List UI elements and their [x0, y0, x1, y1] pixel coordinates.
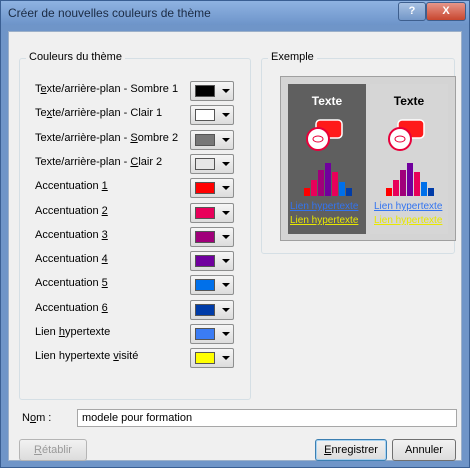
dropdown-arrow-icon	[222, 89, 230, 93]
color-row-label: Accentuation 6	[35, 301, 108, 314]
color-picker-button[interactable]	[190, 81, 234, 101]
color-picker-button[interactable]	[190, 324, 234, 344]
preview-bar-7	[428, 188, 434, 196]
color-picker-button[interactable]	[190, 226, 234, 247]
preview-bar-6	[339, 182, 345, 196]
preview-graphic-dark	[304, 119, 352, 196]
preview-visited-link-light: Lien hypertexte	[374, 215, 443, 226]
dropdown-arrow-icon	[222, 234, 230, 239]
preview-bar-6	[421, 182, 427, 196]
color-swatch	[195, 182, 215, 195]
dropdown-arrow-icon	[222, 259, 230, 264]
preview-bar-3	[318, 170, 324, 196]
color-picker-button[interactable]	[190, 202, 234, 223]
name-label: Nom :	[22, 412, 52, 424]
window-title: Créer de nouvelles couleurs de thème	[8, 6, 211, 20]
preview-shape-circle	[388, 127, 412, 151]
preview-bar-5	[414, 172, 420, 196]
preview-bar-1	[386, 188, 392, 196]
title-bar[interactable]: Créer de nouvelles couleurs de thème ? X	[1, 1, 469, 25]
color-row-label: Texte/arrière-plan - Sombre 2	[35, 131, 179, 144]
color-swatch	[195, 109, 215, 122]
preview-bar-1	[304, 188, 310, 196]
color-swatch	[195, 328, 215, 340]
theme-preview: Texte Lien hypertexte Lien hypertexte Te…	[280, 76, 456, 241]
theme-colors-group: Couleurs du thème Texte/arrière-plan - S…	[19, 51, 251, 400]
preview-bar-5	[332, 172, 338, 196]
color-row-label: Accentuation 1	[35, 180, 108, 193]
dropdown-arrow-icon	[222, 113, 230, 118]
color-row-label: Texte/arrière-plan - Sombre 1	[35, 83, 179, 95]
example-group: Exemple Texte Lien hypertexte Lien hyper…	[261, 51, 456, 254]
reset-button[interactable]: Rétablir	[19, 439, 87, 461]
preview-bar-2	[311, 180, 317, 196]
color-row-label: Accentuation 4	[35, 253, 108, 266]
preview-graphic-light	[386, 119, 434, 196]
name-row-anchor	[9, 32, 10, 33]
color-picker-button[interactable]	[190, 178, 234, 199]
color-row-label: Lien hypertexte visité	[35, 350, 139, 363]
color-row-label: Accentuation 2	[35, 204, 108, 217]
dialog-client-area: Couleurs du thème Texte/arrière-plan - S…	[8, 31, 462, 461]
dropdown-arrow-icon	[222, 186, 230, 191]
color-swatch	[195, 303, 215, 316]
color-swatch	[195, 255, 215, 268]
preview-visited-link-dark: Lien hypertexte	[290, 215, 359, 226]
color-swatch	[195, 230, 215, 243]
color-picker-button[interactable]	[190, 275, 234, 296]
close-button[interactable]: X	[426, 2, 466, 21]
preview-link-light: Lien hypertexte	[374, 201, 443, 212]
dropdown-arrow-icon	[222, 307, 230, 312]
color-swatch	[195, 352, 215, 365]
preview-shape-circle	[306, 127, 330, 151]
preview-bar-4	[407, 163, 413, 196]
preview-bar-7	[346, 188, 352, 196]
preview-bar-4	[325, 163, 331, 196]
color-picker-button[interactable]	[190, 129, 234, 150]
preview-bar-2	[393, 180, 399, 196]
color-swatch	[195, 157, 215, 170]
dialog-window: Créer de nouvelles couleurs de thème ? X…	[0, 0, 470, 468]
color-picker-button[interactable]	[190, 348, 234, 369]
color-swatch	[195, 206, 215, 219]
dropdown-arrow-icon	[222, 210, 230, 215]
preview-text-dark: Texte	[311, 94, 343, 108]
color-row-label: Accentuation 3	[35, 228, 108, 241]
dropdown-arrow-icon	[222, 332, 230, 336]
color-swatch	[195, 133, 215, 146]
color-swatch	[195, 279, 215, 292]
color-row-label: Texte/arrière-plan - Clair 2	[35, 155, 163, 168]
color-swatch	[195, 85, 215, 97]
dropdown-arrow-icon	[222, 161, 230, 166]
dropdown-arrow-icon	[222, 356, 230, 361]
color-picker-button[interactable]	[190, 299, 234, 320]
theme-colors-group-title: Couleurs du thème	[26, 51, 125, 63]
dropdown-arrow-icon	[222, 137, 230, 142]
name-row: Nom :	[22, 409, 457, 427]
preview-bar-3	[400, 170, 406, 196]
save-button[interactable]: Enregistrer	[315, 439, 387, 461]
color-picker-button[interactable]	[190, 251, 234, 272]
dropdown-arrow-icon	[222, 283, 230, 288]
color-row-label: Accentuation 5	[35, 277, 108, 290]
color-row-label: Lien hypertexte	[35, 326, 111, 338]
preview-link-dark: Lien hypertexte	[290, 201, 359, 212]
cancel-button[interactable]: Annuler	[392, 439, 456, 461]
preview-text-light: Texte	[393, 94, 425, 108]
example-group-title: Exemple	[268, 51, 317, 63]
help-button[interactable]: ?	[398, 2, 426, 21]
name-input[interactable]	[77, 409, 457, 427]
light-preview-panel: Texte Lien hypertexte Lien hypertexte	[370, 84, 448, 234]
color-row-label: Texte/arrière-plan - Clair 1	[35, 107, 163, 120]
color-picker-button[interactable]	[190, 153, 234, 174]
color-picker-button[interactable]	[190, 105, 234, 126]
dark-preview-panel: Texte Lien hypertexte Lien hypertexte	[288, 84, 366, 234]
